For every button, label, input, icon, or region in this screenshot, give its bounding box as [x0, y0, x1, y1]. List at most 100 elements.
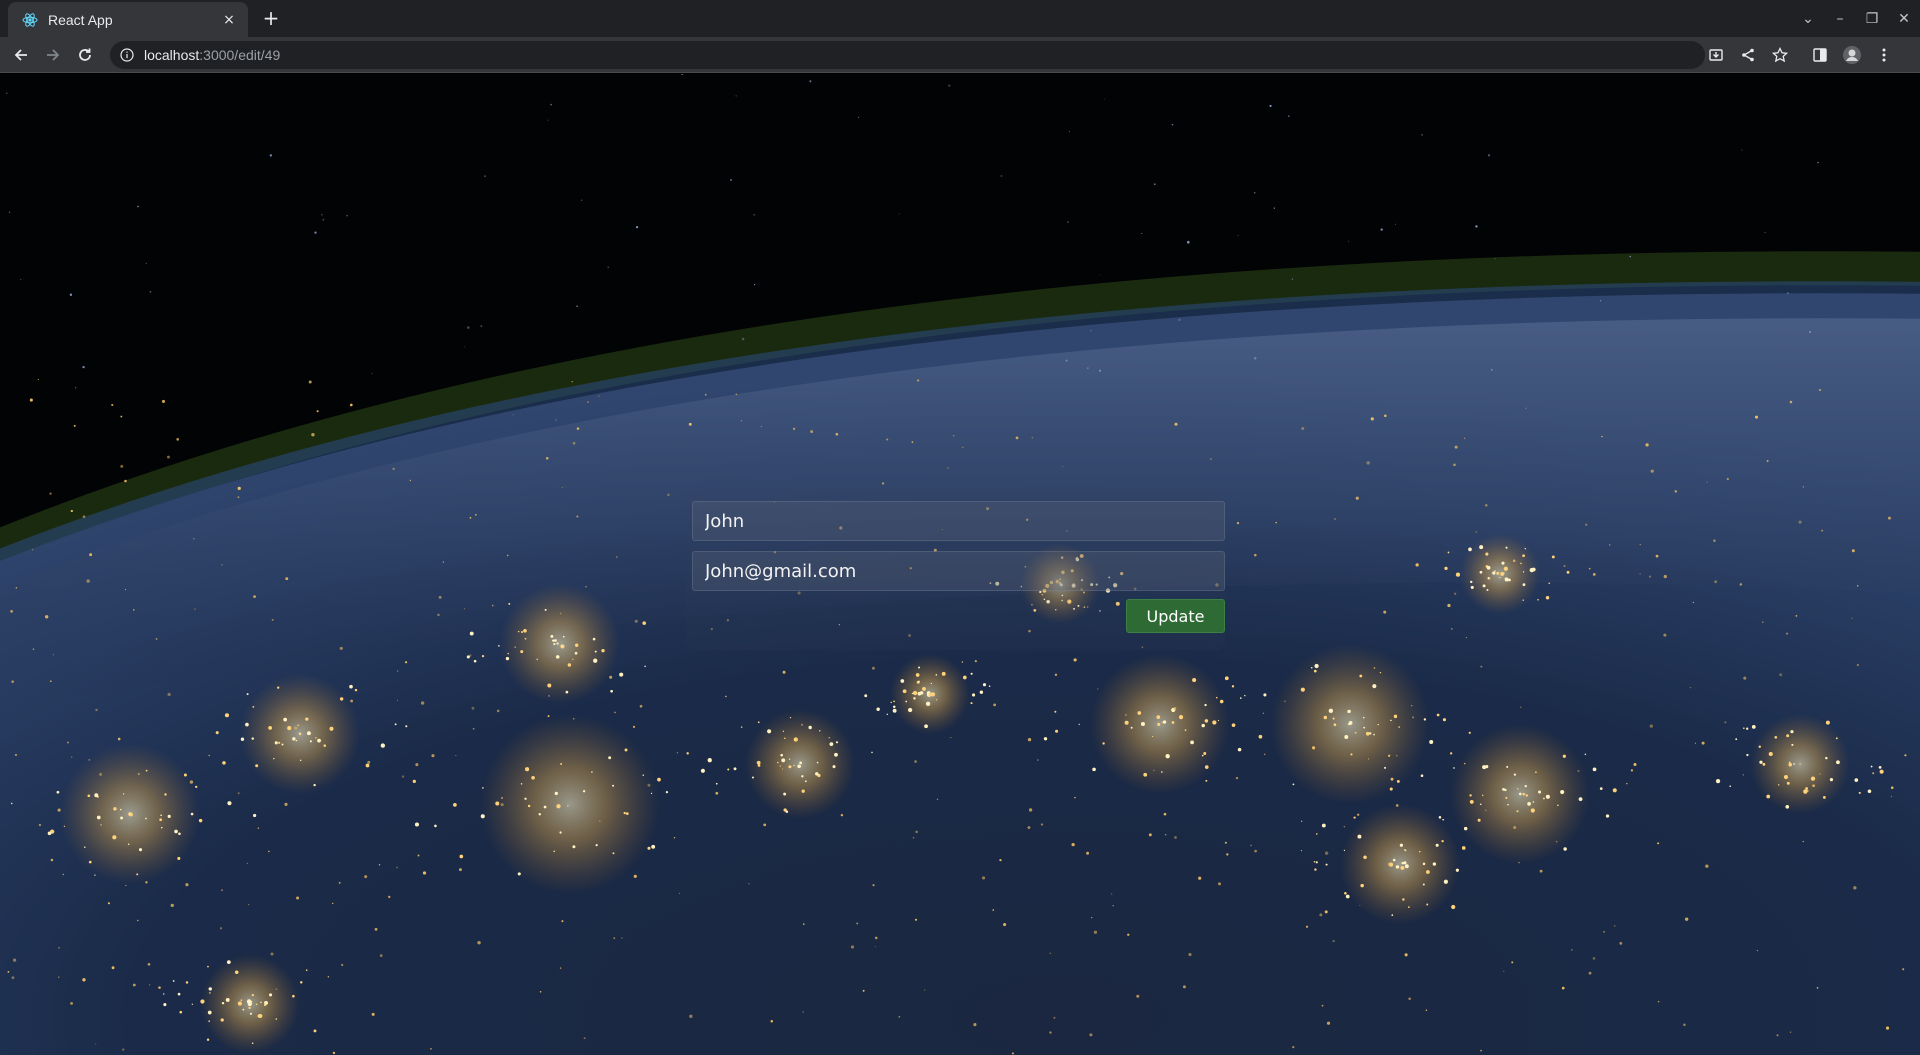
forward-icon[interactable] — [42, 44, 64, 66]
city-light — [1292, 783, 1295, 786]
tab-close-icon[interactable]: × — [220, 12, 238, 28]
city-light — [1562, 754, 1566, 758]
city-light — [88, 759, 91, 761]
tab-strip: React App × + ⌄ – ❐ ✕ — [0, 0, 1920, 37]
city-light — [1418, 850, 1421, 853]
city-light — [38, 823, 42, 827]
city-light — [1174, 422, 1178, 426]
city-light — [539, 990, 542, 993]
new-tab-button[interactable]: + — [260, 7, 282, 29]
city-light — [780, 753, 784, 757]
star — [314, 231, 317, 234]
city-light — [75, 387, 77, 389]
city-light — [120, 808, 122, 811]
city-light — [815, 772, 819, 776]
city-light — [1791, 743, 1794, 746]
city-light — [500, 803, 504, 807]
city-light — [1743, 727, 1745, 730]
city-light — [1404, 953, 1408, 957]
city-light — [1468, 731, 1471, 734]
city-light — [95, 1043, 97, 1045]
address-bar[interactable]: localhost:3000/edit/49 — [110, 41, 1705, 69]
city-light — [572, 658, 574, 660]
city-light — [409, 479, 412, 482]
city-light — [219, 927, 223, 930]
city-light — [1350, 753, 1353, 756]
city-light — [1363, 726, 1366, 729]
star — [741, 337, 745, 341]
browser-menu-icon[interactable] — [1868, 39, 1900, 71]
city-light — [1315, 861, 1318, 864]
city-light — [1258, 734, 1263, 739]
city-light — [287, 726, 292, 731]
city-light — [145, 769, 148, 772]
city-light — [973, 1023, 977, 1027]
city-light — [1275, 521, 1277, 524]
city-light — [1469, 794, 1472, 797]
city-light — [1854, 778, 1859, 782]
city-light — [163, 993, 165, 995]
city-light — [195, 785, 198, 789]
city-light — [1799, 763, 1801, 765]
city-light — [237, 792, 240, 795]
city-light — [1319, 913, 1323, 917]
city-light — [471, 706, 475, 710]
city-light — [379, 954, 383, 957]
city-light — [707, 758, 712, 763]
city-light — [47, 831, 52, 836]
name-input[interactable] — [692, 501, 1225, 541]
city-light — [10, 802, 13, 805]
city-light — [1310, 666, 1313, 669]
city-light — [220, 1018, 224, 1022]
close-window-icon[interactable]: ✕ — [1888, 11, 1920, 27]
city-light — [582, 790, 586, 793]
city-light — [1182, 985, 1186, 989]
city-light — [1694, 742, 1697, 744]
city-light — [567, 663, 572, 667]
back-icon[interactable] — [10, 44, 32, 66]
city-light — [1505, 796, 1508, 799]
profile-avatar[interactable] — [1836, 39, 1868, 71]
city-light — [1867, 789, 1872, 794]
city-light — [1086, 851, 1090, 855]
city-light — [248, 1006, 251, 1010]
city-light — [11, 976, 15, 980]
city-light — [1254, 553, 1257, 557]
tab-search-icon[interactable]: ⌄ — [1792, 11, 1824, 27]
info-icon[interactable] — [120, 48, 134, 62]
city-light — [292, 737, 296, 741]
city-light — [160, 826, 163, 829]
city-light — [1111, 893, 1113, 895]
city-light — [1663, 574, 1667, 579]
side-panel-icon[interactable] — [1804, 39, 1836, 71]
restore-icon[interactable]: ❐ — [1856, 11, 1888, 27]
city-light — [1633, 762, 1637, 766]
city-light — [1453, 767, 1455, 769]
bookmark-star-icon[interactable] — [1764, 39, 1796, 71]
city-light — [1403, 861, 1407, 865]
city-light — [1305, 925, 1309, 928]
city-light — [1522, 792, 1526, 796]
city-light — [1601, 435, 1603, 438]
city-light — [613, 937, 616, 940]
city-light — [1486, 589, 1489, 591]
city-light — [1674, 490, 1678, 493]
city-light — [1425, 870, 1430, 874]
city-light — [1537, 598, 1539, 601]
install-app-icon[interactable] — [1700, 39, 1732, 71]
city-light — [612, 784, 615, 787]
email-input[interactable] — [692, 551, 1225, 591]
city-light — [1856, 663, 1860, 667]
city-light — [1524, 784, 1527, 788]
update-button[interactable]: Update — [1126, 599, 1225, 633]
city-light — [158, 986, 161, 989]
city-light — [1204, 719, 1209, 723]
city-light — [253, 595, 256, 599]
share-icon[interactable] — [1732, 39, 1764, 71]
city-light — [1412, 716, 1415, 719]
city-light — [1217, 719, 1220, 722]
minimize-icon[interactable]: – — [1824, 11, 1856, 27]
tab-react-app[interactable]: React App × — [8, 2, 248, 37]
star — [1629, 255, 1631, 258]
reload-icon[interactable] — [74, 44, 96, 66]
